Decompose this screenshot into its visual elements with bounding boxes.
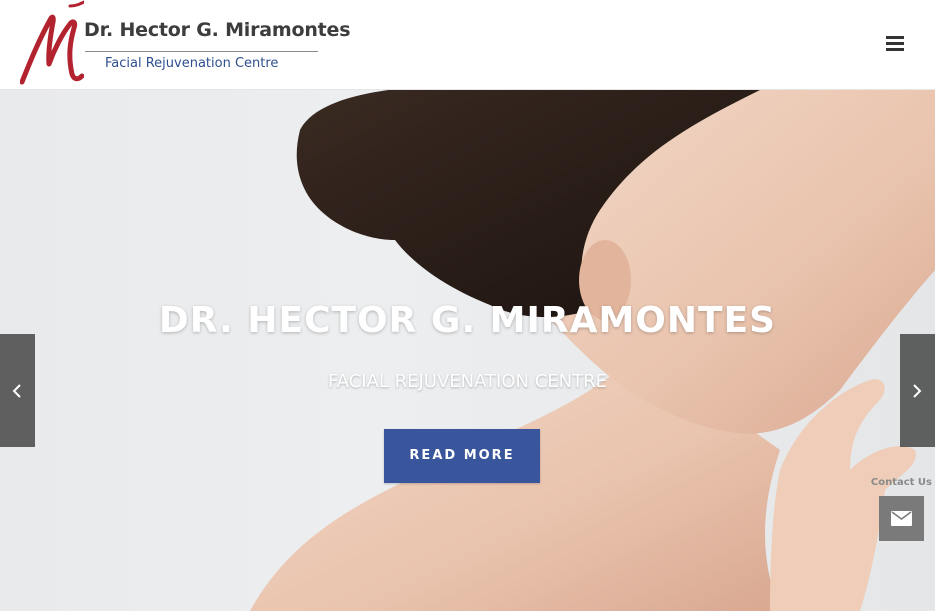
read-more-button[interactable]: READ MORE — [384, 429, 540, 483]
hero-slider: DR. HECTOR G. MIRAMONTES FACIAL REJUVENA… — [0, 90, 935, 611]
hero-title: DR. HECTOR G. MIRAMONTES — [158, 300, 777, 341]
hero-photo — [250, 90, 935, 611]
next-slide-button[interactable] — [900, 334, 935, 447]
logo-divider — [85, 51, 318, 52]
previous-slide-button[interactable] — [0, 334, 35, 447]
chevron-left-icon — [12, 384, 21, 398]
logo-name: Dr. Hector G. Miramontes — [84, 19, 351, 41]
hero-subtitle: FACIAL REJUVENATION CENTRE — [327, 371, 607, 392]
contact-us-button[interactable] — [879, 496, 924, 541]
monogram-logo-icon — [20, 0, 84, 85]
logo-subtitle: Facial Rejuvenation Centre — [105, 56, 279, 71]
contact-us-label: Contact Us — [870, 477, 932, 488]
site-logo[interactable]: Dr. Hector G. Miramontes Facial Rejuvena… — [20, 0, 351, 88]
hamburger-menu-icon[interactable] — [886, 36, 904, 52]
envelope-icon — [891, 511, 912, 526]
site-header: Dr. Hector G. Miramontes Facial Rejuvena… — [0, 0, 935, 90]
chevron-right-icon — [913, 384, 922, 398]
